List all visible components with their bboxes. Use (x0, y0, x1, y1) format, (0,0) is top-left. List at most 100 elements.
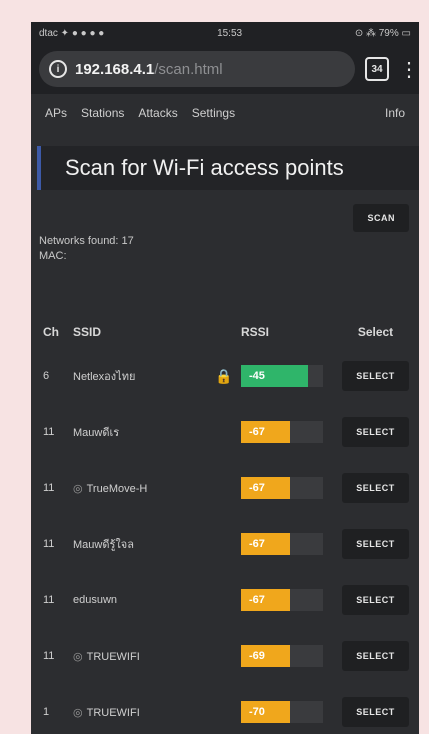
row-ssid-text: Netlexองไทย (73, 371, 136, 383)
table-row: 11 ◎ TrueMove-H -67 SELECT (31, 460, 419, 516)
rssi-bar: -69 (241, 645, 323, 667)
networks-found: Networks found: 17 (39, 235, 134, 247)
row-lock (214, 628, 240, 684)
row-rssi: -69 (240, 628, 332, 684)
scan-meta: Networks found: 17 MAC: (31, 232, 419, 264)
header-select: Select (357, 325, 394, 339)
select-button[interactable]: SELECT (342, 529, 409, 559)
row-lock (214, 404, 240, 460)
row-channel: 11 (43, 538, 55, 550)
table-header-row: Ch SSID RSSI Select (31, 316, 419, 348)
hidden-network-icon: ◎ (73, 706, 83, 719)
rssi-fill: -67 (241, 421, 291, 443)
browser-toolbar: i 192.168.4.1/scan.html 34 ⋮ (31, 44, 419, 94)
status-time: 15:53 (217, 27, 243, 39)
row-channel: 11 (43, 482, 55, 494)
row-ssid-text: TrueMove-H (86, 482, 148, 495)
row-channel: 11 (43, 426, 55, 438)
browser-menu-icon[interactable]: ⋮ (399, 57, 419, 82)
hidden-network-icon: ◎ (73, 482, 83, 495)
table-row: 11 Mauwดีเร -67 SELECT (31, 404, 419, 460)
nav-info[interactable]: Info (385, 106, 405, 120)
row-ssid: Mauwดีรู้ใจล (72, 516, 214, 572)
row-select: SELECT (332, 348, 419, 404)
row-select: SELECT (332, 460, 419, 516)
row-rssi: -67 (240, 460, 332, 516)
row-ssid: Netlexองไทย (72, 348, 214, 404)
url-text: 192.168.4.1/scan.html (75, 61, 223, 78)
row-rssi: -45 (240, 348, 332, 404)
status-left: dtac ✦ ● ● ● ● (39, 27, 105, 39)
nav-attacks[interactable]: Attacks (138, 106, 177, 120)
row-ssid: Mauwดีเร (72, 404, 214, 460)
select-button[interactable]: SELECT (342, 361, 409, 391)
tab-switcher-button[interactable]: 34 (365, 57, 389, 81)
url-path: /scan.html (154, 60, 223, 78)
rssi-bar: -67 (241, 589, 323, 611)
lock-icon: 🔒 (215, 367, 233, 384)
select-button[interactable]: SELECT (342, 417, 409, 447)
scan-button[interactable]: SCAN (353, 204, 409, 232)
row-lock (214, 572, 240, 628)
rssi-fill: -45 (241, 365, 309, 387)
row-channel: 6 (43, 370, 50, 382)
row-ssid: ◎ TRUEWIFI (72, 628, 214, 684)
select-button[interactable]: SELECT (342, 585, 409, 615)
row-select: SELECT (332, 404, 419, 460)
row-ssid-text: TRUEWIFI (86, 650, 140, 663)
rssi-bar: -67 (241, 421, 323, 443)
top-nav: APs Stations Attacks Settings Info (31, 94, 419, 132)
rssi-bar: -67 (241, 477, 323, 499)
rssi-bar: -45 (241, 365, 323, 387)
select-button[interactable]: SELECT (342, 473, 409, 503)
row-ssid: ◎ TrueMove-H (72, 460, 214, 516)
row-channel: 11 (43, 594, 55, 606)
row-select: SELECT (332, 516, 419, 572)
row-rssi: -70 (240, 684, 332, 734)
table-row: 6 Netlexองไทย 🔒 -45 SELECT (31, 348, 419, 404)
table-row: 1 ◎ TRUEWIFI -70 SELECT (31, 684, 419, 734)
rssi-fill: -70 (241, 701, 291, 723)
row-lock (214, 516, 240, 572)
nav-stations[interactable]: Stations (81, 106, 124, 120)
row-select: SELECT (332, 572, 419, 628)
networks-table: Ch SSID RSSI Select 6 Netlexองไทย 🔒 -45 SELE… (31, 316, 419, 734)
row-rssi: -67 (240, 572, 332, 628)
row-channel: 1 (43, 706, 50, 718)
scan-row: SCAN (31, 190, 419, 232)
rssi-fill: -69 (241, 645, 291, 667)
row-lock (214, 684, 240, 734)
select-button[interactable]: SELECT (342, 697, 409, 727)
hidden-network-icon: ◎ (73, 650, 83, 663)
row-rssi: -67 (240, 516, 332, 572)
table-row: 11 ◎ TRUEWIFI -69 SELECT (31, 628, 419, 684)
header-lock (214, 316, 240, 348)
row-ssid-text: edusuwn (73, 594, 118, 606)
header-ch: Ch (43, 325, 59, 339)
phone-screen: dtac ✦ ● ● ● ● 15:53 ⊙ ⁂ 79% ▭ i 192.168… (31, 22, 419, 734)
table-row: 11 edusuwn -67 SELECT (31, 572, 419, 628)
select-button[interactable]: SELECT (342, 641, 409, 671)
header-rssi: RSSI (241, 325, 270, 339)
table-row: 11 Mauwดีรู้ใจล -67 SELECT (31, 516, 419, 572)
page-title: Scan for Wi-Fi access points (37, 146, 419, 190)
url-host: 192.168.4.1 (75, 60, 155, 78)
status-bar: dtac ✦ ● ● ● ● 15:53 ⊙ ⁂ 79% ▭ (31, 22, 419, 44)
rssi-fill: -67 (241, 533, 291, 555)
row-rssi: -67 (240, 404, 332, 460)
header-ssid: SSID (73, 325, 102, 339)
row-ssid-text: Mauwดีเร (73, 427, 120, 439)
row-ssid: ◎ TRUEWIFI (72, 684, 214, 734)
row-ssid: edusuwn (72, 572, 214, 628)
address-bar[interactable]: i 192.168.4.1/scan.html (39, 51, 355, 87)
row-lock: 🔒 (214, 348, 240, 404)
rssi-fill: -67 (241, 589, 291, 611)
nav-settings[interactable]: Settings (192, 106, 235, 120)
rssi-fill: -67 (241, 477, 291, 499)
nav-aps[interactable]: APs (45, 106, 67, 120)
status-right: ⊙ ⁂ 79% ▭ (354, 27, 411, 39)
info-icon[interactable]: i (49, 60, 67, 78)
row-select: SELECT (332, 628, 419, 684)
row-ssid-text: TRUEWIFI (86, 706, 140, 719)
rssi-bar: -70 (241, 701, 323, 723)
